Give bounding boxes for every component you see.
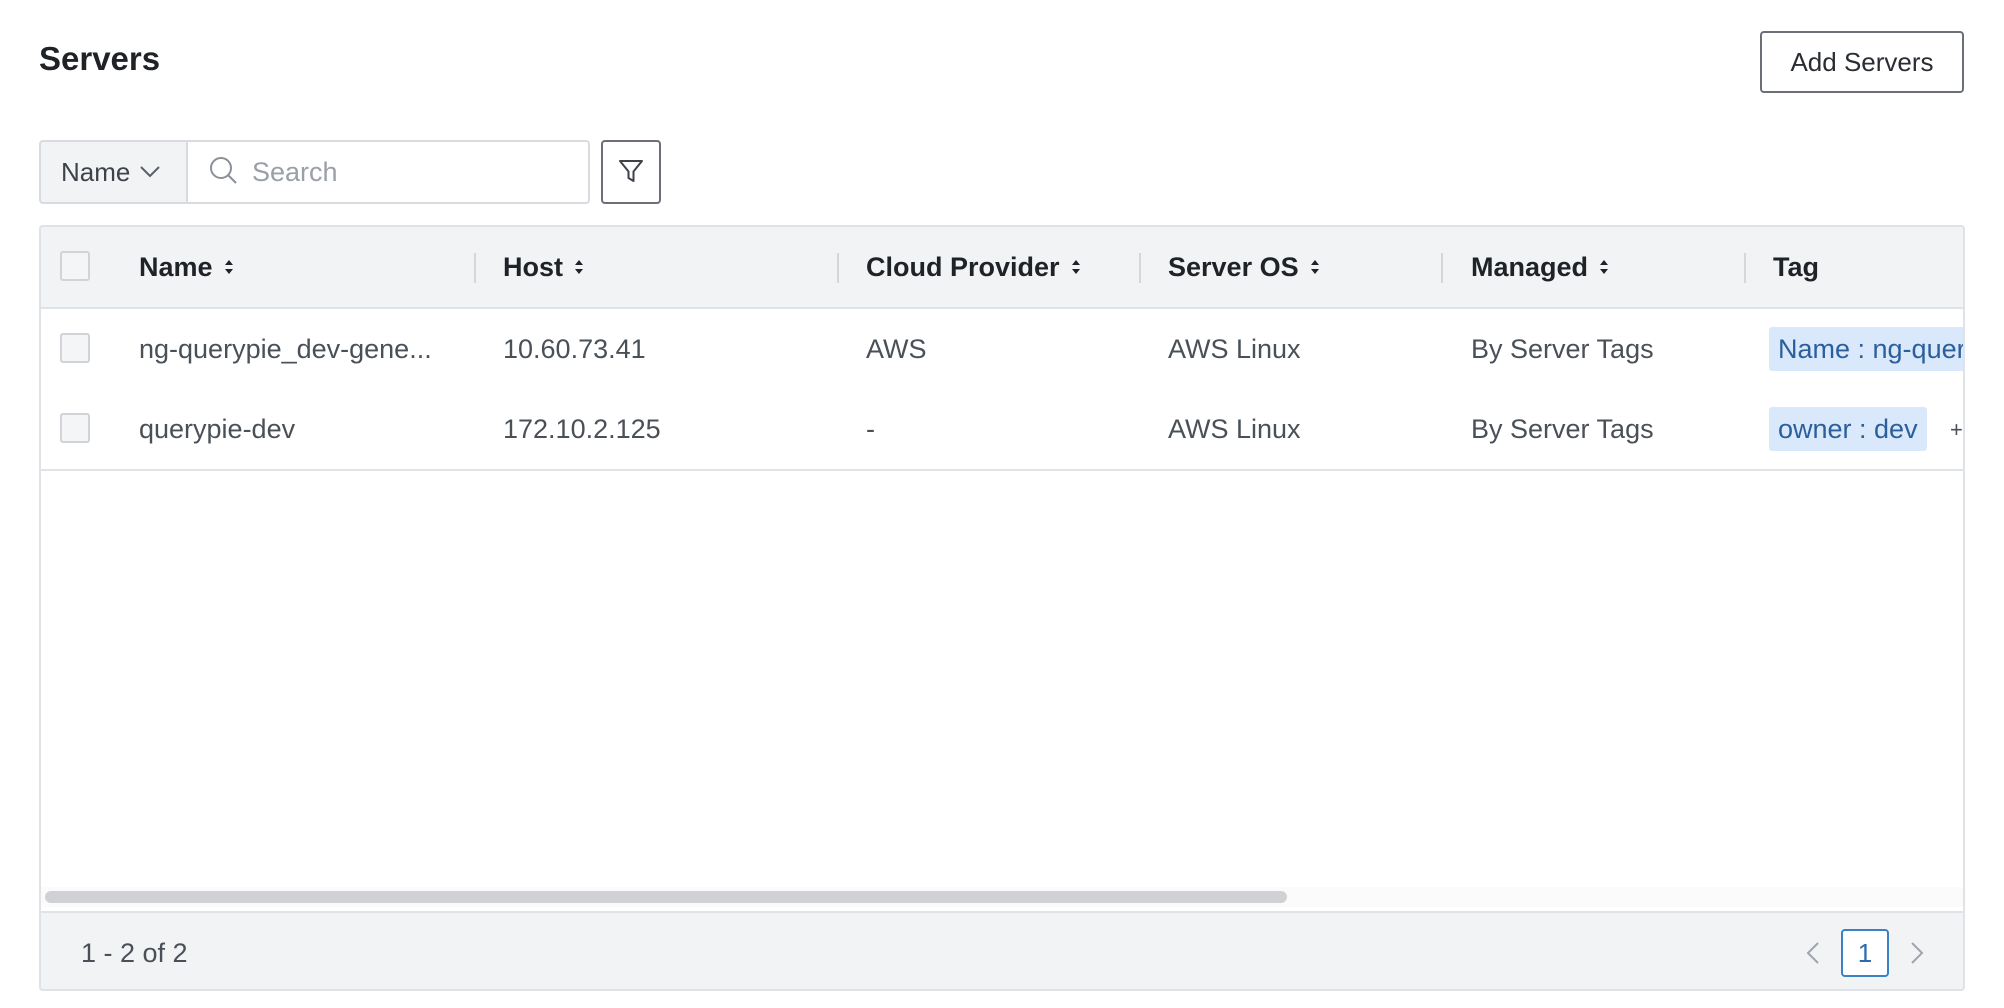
- column-divider[interactable]: [1139, 253, 1141, 283]
- cell-cloud-provider: -: [866, 413, 875, 444]
- field-select-label: Name: [61, 156, 131, 187]
- filter-button[interactable]: [601, 140, 661, 204]
- table-row[interactable]: querypie-dev 172.10.2.125 - AWS Linux By…: [41, 389, 1963, 471]
- cell-name[interactable]: ng-querypie_dev-gene...: [139, 309, 432, 389]
- chevron-left-icon[interactable]: [1793, 929, 1833, 977]
- sort-icon: [573, 257, 585, 277]
- search-toolbar: Name: [39, 140, 661, 204]
- more-tags-indicator[interactable]: +: [1950, 417, 1963, 443]
- page-number-button[interactable]: 1: [1841, 929, 1889, 977]
- cell-server-os: AWS Linux: [1168, 333, 1301, 364]
- cell-cloud-provider: AWS: [866, 333, 927, 364]
- tag-badge: Name : ng-quer: [1769, 327, 1963, 371]
- sort-icon: [1598, 257, 1610, 277]
- column-header-server-os[interactable]: Server OS: [1168, 227, 1321, 307]
- column-divider[interactable]: [837, 253, 839, 283]
- cell-name[interactable]: querypie-dev: [139, 389, 295, 469]
- row-checkbox[interactable]: [60, 333, 90, 363]
- horizontal-scrollbar-thumb[interactable]: [45, 891, 1287, 903]
- sort-icon: [223, 257, 235, 277]
- search-input[interactable]: [250, 155, 574, 189]
- table-row[interactable]: ng-querypie_dev-gene... 10.60.73.41 AWS …: [41, 309, 1963, 391]
- cell-host: 172.10.2.125: [503, 413, 661, 444]
- filter-icon: [617, 157, 645, 188]
- cell-managed: By Server Tags: [1471, 333, 1654, 364]
- row-checkbox[interactable]: [60, 413, 90, 443]
- pagination-range: 1 - 2 of 2: [81, 937, 188, 968]
- column-header-tag: Tag: [1773, 251, 1819, 282]
- field-select-dropdown[interactable]: Name: [39, 140, 188, 204]
- servers-table: Name Host Cloud Provider Server OS Manag…: [39, 225, 1965, 991]
- chevron-down-icon: [140, 166, 161, 178]
- column-header-managed[interactable]: Managed: [1471, 227, 1610, 307]
- tag-badge: owner : dev: [1769, 407, 1927, 451]
- pagination: 1: [1793, 929, 1937, 977]
- page-title: Servers: [39, 40, 161, 77]
- column-header-host[interactable]: Host: [503, 227, 585, 307]
- chevron-right-icon[interactable]: [1897, 929, 1937, 977]
- select-all-checkbox[interactable]: [60, 251, 90, 281]
- cell-server-os: AWS Linux: [1168, 413, 1301, 444]
- column-divider[interactable]: [1744, 253, 1746, 283]
- column-divider[interactable]: [1441, 253, 1443, 283]
- add-servers-button[interactable]: Add Servers: [1760, 31, 1964, 93]
- sort-icon: [1309, 257, 1321, 277]
- sort-icon: [1070, 257, 1082, 277]
- table-footer: 1 - 2 of 2 1: [41, 911, 1963, 989]
- cell-managed: By Server Tags: [1471, 413, 1654, 444]
- search-icon: [208, 155, 238, 190]
- cell-host: 10.60.73.41: [503, 333, 646, 364]
- servers-page: Servers Add Servers Name Name: [0, 0, 2004, 1008]
- column-divider[interactable]: [474, 253, 476, 283]
- table-header: Name Host Cloud Provider Server OS Manag…: [41, 227, 1963, 309]
- search-field[interactable]: [188, 140, 590, 204]
- column-header-name[interactable]: Name: [139, 227, 235, 307]
- column-header-cloud-provider[interactable]: Cloud Provider: [866, 227, 1082, 307]
